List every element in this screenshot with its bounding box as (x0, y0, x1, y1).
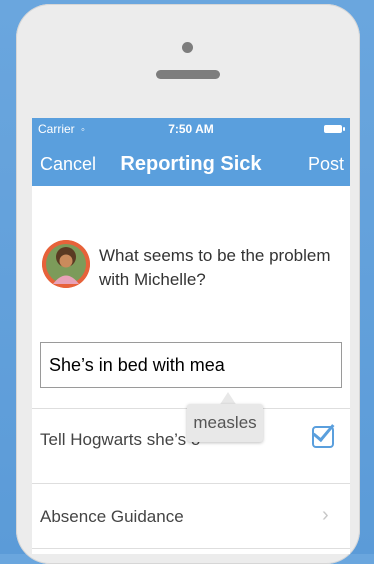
notify-school-checkbox[interactable] (312, 418, 335, 448)
child-photo-icon (42, 240, 90, 288)
status-bar: Carrier ◦ 7:50 AM (32, 118, 350, 140)
page-title: Reporting Sick (120, 153, 262, 175)
autocomplete-suggestion[interactable]: measles (187, 404, 263, 442)
absence-guidance-row[interactable]: Absence Guidance (40, 507, 184, 527)
symptom-input[interactable] (41, 343, 341, 387)
status-time: 7:50 AM (168, 122, 214, 136)
row-divider (32, 483, 350, 484)
chevron-right-icon: › (322, 504, 329, 526)
camera-dot (182, 42, 193, 53)
problem-question: What seems to be the problem with Michel… (99, 246, 331, 289)
row-divider (32, 548, 350, 549)
battery-icon (324, 125, 345, 133)
avatar (42, 240, 90, 288)
navigation-bar: Cancel Reporting Sick Post (32, 140, 350, 186)
symptom-input-field[interactable] (40, 342, 342, 388)
speaker-grille (156, 70, 220, 79)
post-button[interactable]: Post (308, 154, 344, 175)
tell-school-label: Tell Hogwarts she’s o (40, 430, 201, 449)
app-screen: Carrier ◦ 7:50 AM Cancel Reporting Sick … (32, 118, 350, 554)
